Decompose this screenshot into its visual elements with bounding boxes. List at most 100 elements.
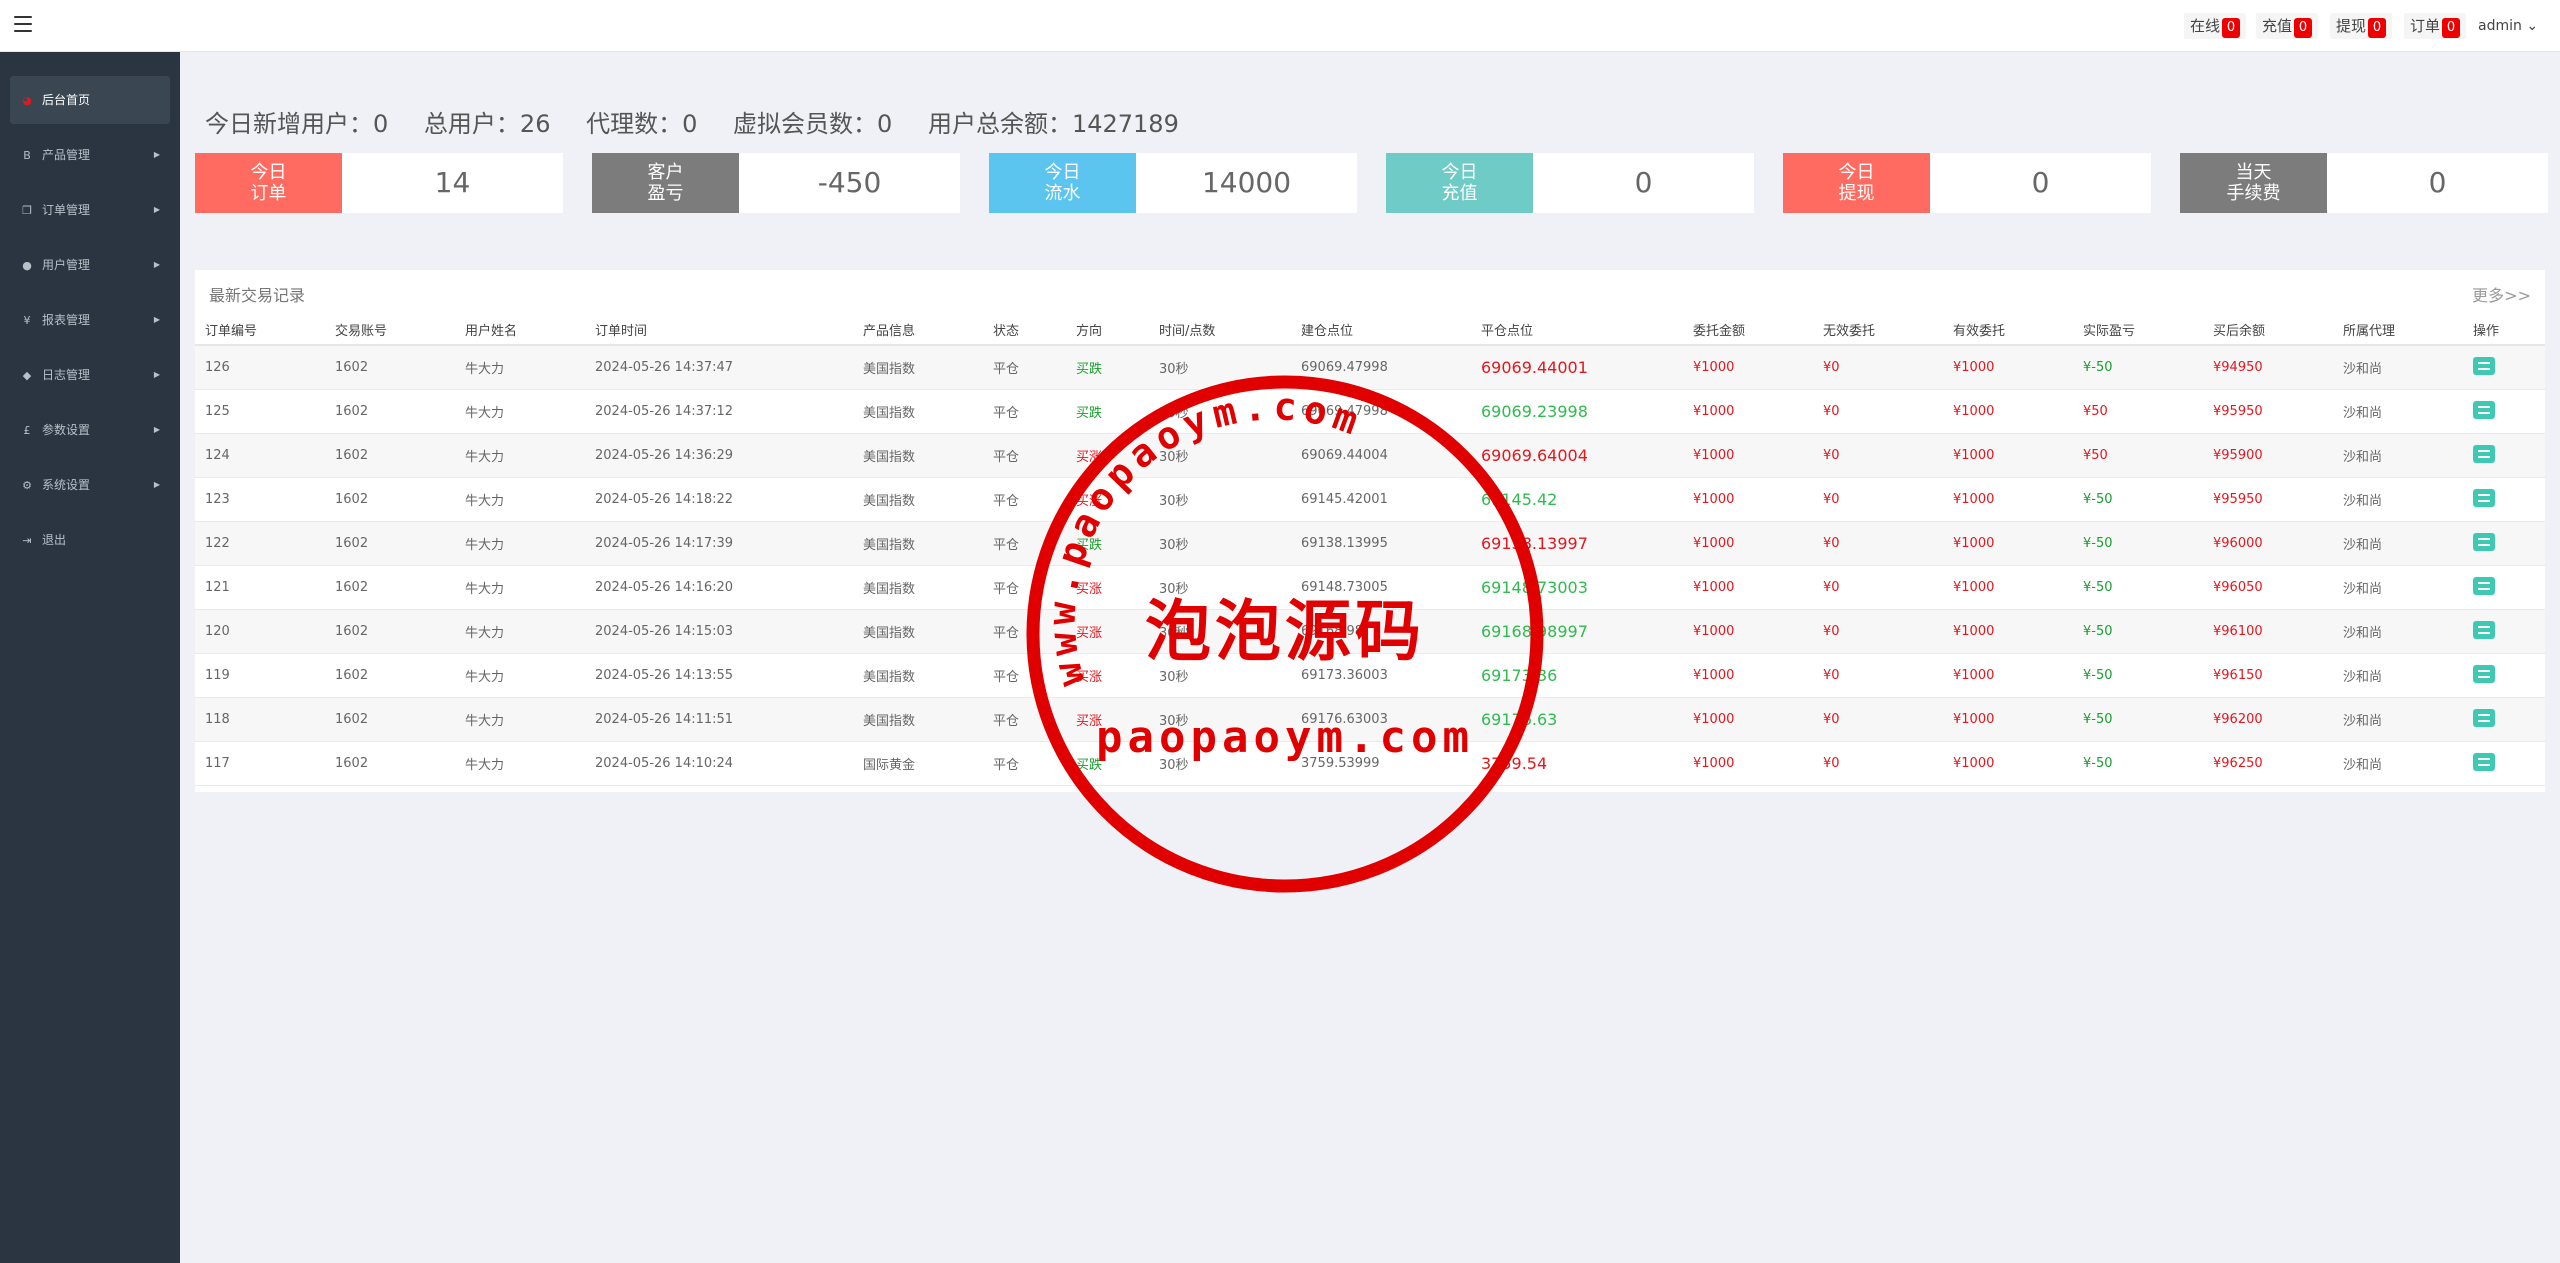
- column-header: 操作: [2463, 314, 2545, 346]
- view-detail-button[interactable]: [2473, 400, 2495, 419]
- open-price-cell: 69176.63003: [1291, 697, 1471, 742]
- period-cell: 30秒: [1149, 477, 1291, 522]
- view-detail-button[interactable]: [2473, 576, 2495, 595]
- sidebar-item-params[interactable]: £ 参数设置 ▶: [10, 406, 170, 454]
- agent-cell: 沙和尚: [2333, 653, 2463, 698]
- action-cell: [2463, 477, 2545, 522]
- open-price-cell: 69145.42001: [1291, 477, 1471, 522]
- period-cell: 30秒: [1149, 433, 1291, 478]
- period-cell: 30秒: [1149, 697, 1291, 742]
- direction-cell: 买跌: [1066, 521, 1149, 566]
- view-detail-button[interactable]: [2473, 708, 2495, 727]
- more-link[interactable]: 更多>>: [2472, 282, 2531, 306]
- status-cell: 平仓: [983, 565, 1066, 610]
- direction-cell: 买跌: [1066, 389, 1149, 434]
- column-header: 方向: [1066, 314, 1149, 346]
- invalid-cell: ¥0: [1813, 477, 1943, 522]
- pnl-cell: ¥-50: [2073, 521, 2203, 566]
- open-price-cell: 69069.44004: [1291, 433, 1471, 478]
- direction-cell: 买跌: [1066, 741, 1149, 786]
- order-id-cell: 125: [195, 389, 325, 434]
- user-name-cell: 牛大力: [455, 345, 585, 390]
- sidebar-item-dashboard[interactable]: ◕ 后台首页: [10, 76, 170, 124]
- stat-card-label: 当天 手续费: [2180, 153, 2327, 213]
- menu-toggle-icon[interactable]: [14, 16, 32, 34]
- stat-card-label: 今日 提现: [1783, 153, 1930, 213]
- order-id-cell: 119: [195, 653, 325, 698]
- view-detail-button[interactable]: [2473, 488, 2495, 507]
- open-price-cell: 69138.13995: [1291, 521, 1471, 566]
- recharge-badge: 0: [2294, 18, 2313, 38]
- column-header: 委托金额: [1683, 314, 1813, 346]
- product-cell: 美国指数: [853, 477, 983, 522]
- sidebar-item-label: 订单管理: [42, 203, 91, 217]
- period-cell: 30秒: [1149, 609, 1291, 654]
- close-price-cell: 69176.63: [1471, 697, 1683, 742]
- table-row: 122 1602 牛大力 2024-05-26 14:17:39 美国指数 平仓 买跌 30秒…: [195, 521, 2545, 566]
- status-cell: 平仓: [983, 477, 1066, 522]
- balance-cell: ¥95950: [2203, 389, 2333, 434]
- sidebar-item-logs[interactable]: ◆ 日志管理 ▶: [10, 351, 170, 399]
- stat-card-today-turnover: 今日 流水 14000: [989, 153, 1357, 213]
- order-id-cell: 118: [195, 697, 325, 742]
- sidebar-item-products[interactable]: B 产品管理 ▶: [10, 131, 170, 179]
- column-header: 有效委托: [1943, 314, 2073, 346]
- withdraw-label: 提现: [2336, 17, 2367, 35]
- account-cell: 1602: [325, 433, 455, 478]
- action-cell: [2463, 389, 2545, 434]
- action-cell: [2463, 697, 2545, 742]
- sidebar-item-reports[interactable]: ¥ 报表管理 ▶: [10, 296, 170, 344]
- pnl-cell: ¥50: [2073, 389, 2203, 434]
- column-header: 状态: [983, 314, 1066, 346]
- caret-right-icon: ▶: [153, 205, 160, 214]
- withdraw-count-button[interactable]: 提现 0: [2330, 13, 2393, 39]
- view-detail-button[interactable]: [2473, 356, 2495, 375]
- sidebar-item-users[interactable]: ● 用户管理 ▶: [10, 241, 170, 289]
- agent-cell: 沙和尚: [2333, 477, 2463, 522]
- action-cell: [2463, 609, 2545, 654]
- view-detail-button[interactable]: [2473, 444, 2495, 463]
- order-id-cell: 124: [195, 433, 325, 478]
- order-count-button[interactable]: 订单 0: [2404, 13, 2467, 39]
- amount-cell: ¥1000: [1683, 521, 1813, 566]
- valid-cell: ¥1000: [1943, 741, 2073, 786]
- invalid-cell: ¥0: [1813, 741, 1943, 786]
- online-count-button[interactable]: 在线 0: [2184, 13, 2247, 39]
- view-detail-button[interactable]: [2473, 752, 2495, 771]
- sidebar-item-orders[interactable]: ❐ 订单管理 ▶: [10, 186, 170, 234]
- view-detail-button[interactable]: [2473, 620, 2495, 639]
- direction-cell: 买涨: [1066, 477, 1149, 522]
- product-cell: 美国指数: [853, 609, 983, 654]
- order-id-cell: 123: [195, 477, 325, 522]
- balance-cell: ¥96000: [2203, 521, 2333, 566]
- action-cell: [2463, 741, 2545, 786]
- sidebar-item-system[interactable]: ⚙ 系统设置 ▶: [10, 461, 170, 509]
- pnl-cell: ¥-50: [2073, 345, 2203, 390]
- status-cell: 平仓: [983, 653, 1066, 698]
- summary-line: 今日新增用户：0 总用户：26 代理数：0 虚拟会员数：0 用户总余额：1427…: [205, 104, 1207, 139]
- tags-icon: ◆: [22, 369, 32, 382]
- admin-user-menu[interactable]: admin ⌄: [2478, 13, 2538, 39]
- recharge-count-button[interactable]: 充值 0: [2256, 13, 2319, 39]
- order-id-cell: 122: [195, 521, 325, 566]
- valid-cell: ¥1000: [1943, 521, 2073, 566]
- agent-cell: 沙和尚: [2333, 433, 2463, 478]
- view-detail-button[interactable]: [2473, 532, 2495, 551]
- order-time-cell: 2024-05-26 14:36:29: [585, 433, 853, 478]
- open-price-cell: 69069.47998: [1291, 389, 1471, 434]
- stat-card-value: 14: [434, 166, 471, 199]
- invalid-cell: ¥0: [1813, 565, 1943, 610]
- column-header: 产品信息: [853, 314, 983, 346]
- account-cell: 1602: [325, 653, 455, 698]
- stat-card-label: 今日 流水: [989, 153, 1136, 213]
- sidebar-item-logout[interactable]: ⇥ 退出: [10, 516, 170, 564]
- column-header: 建仓点位: [1291, 314, 1471, 346]
- withdraw-badge: 0: [2368, 18, 2387, 38]
- open-price-cell: 69148.73005: [1291, 565, 1471, 610]
- agents-stat: 代理数：0: [586, 110, 698, 138]
- user-name-cell: 牛大力: [455, 741, 585, 786]
- amount-cell: ¥1000: [1683, 697, 1813, 742]
- open-price-cell: 69173.36003: [1291, 653, 1471, 698]
- product-cell: 美国指数: [853, 521, 983, 566]
- view-detail-button[interactable]: [2473, 664, 2495, 683]
